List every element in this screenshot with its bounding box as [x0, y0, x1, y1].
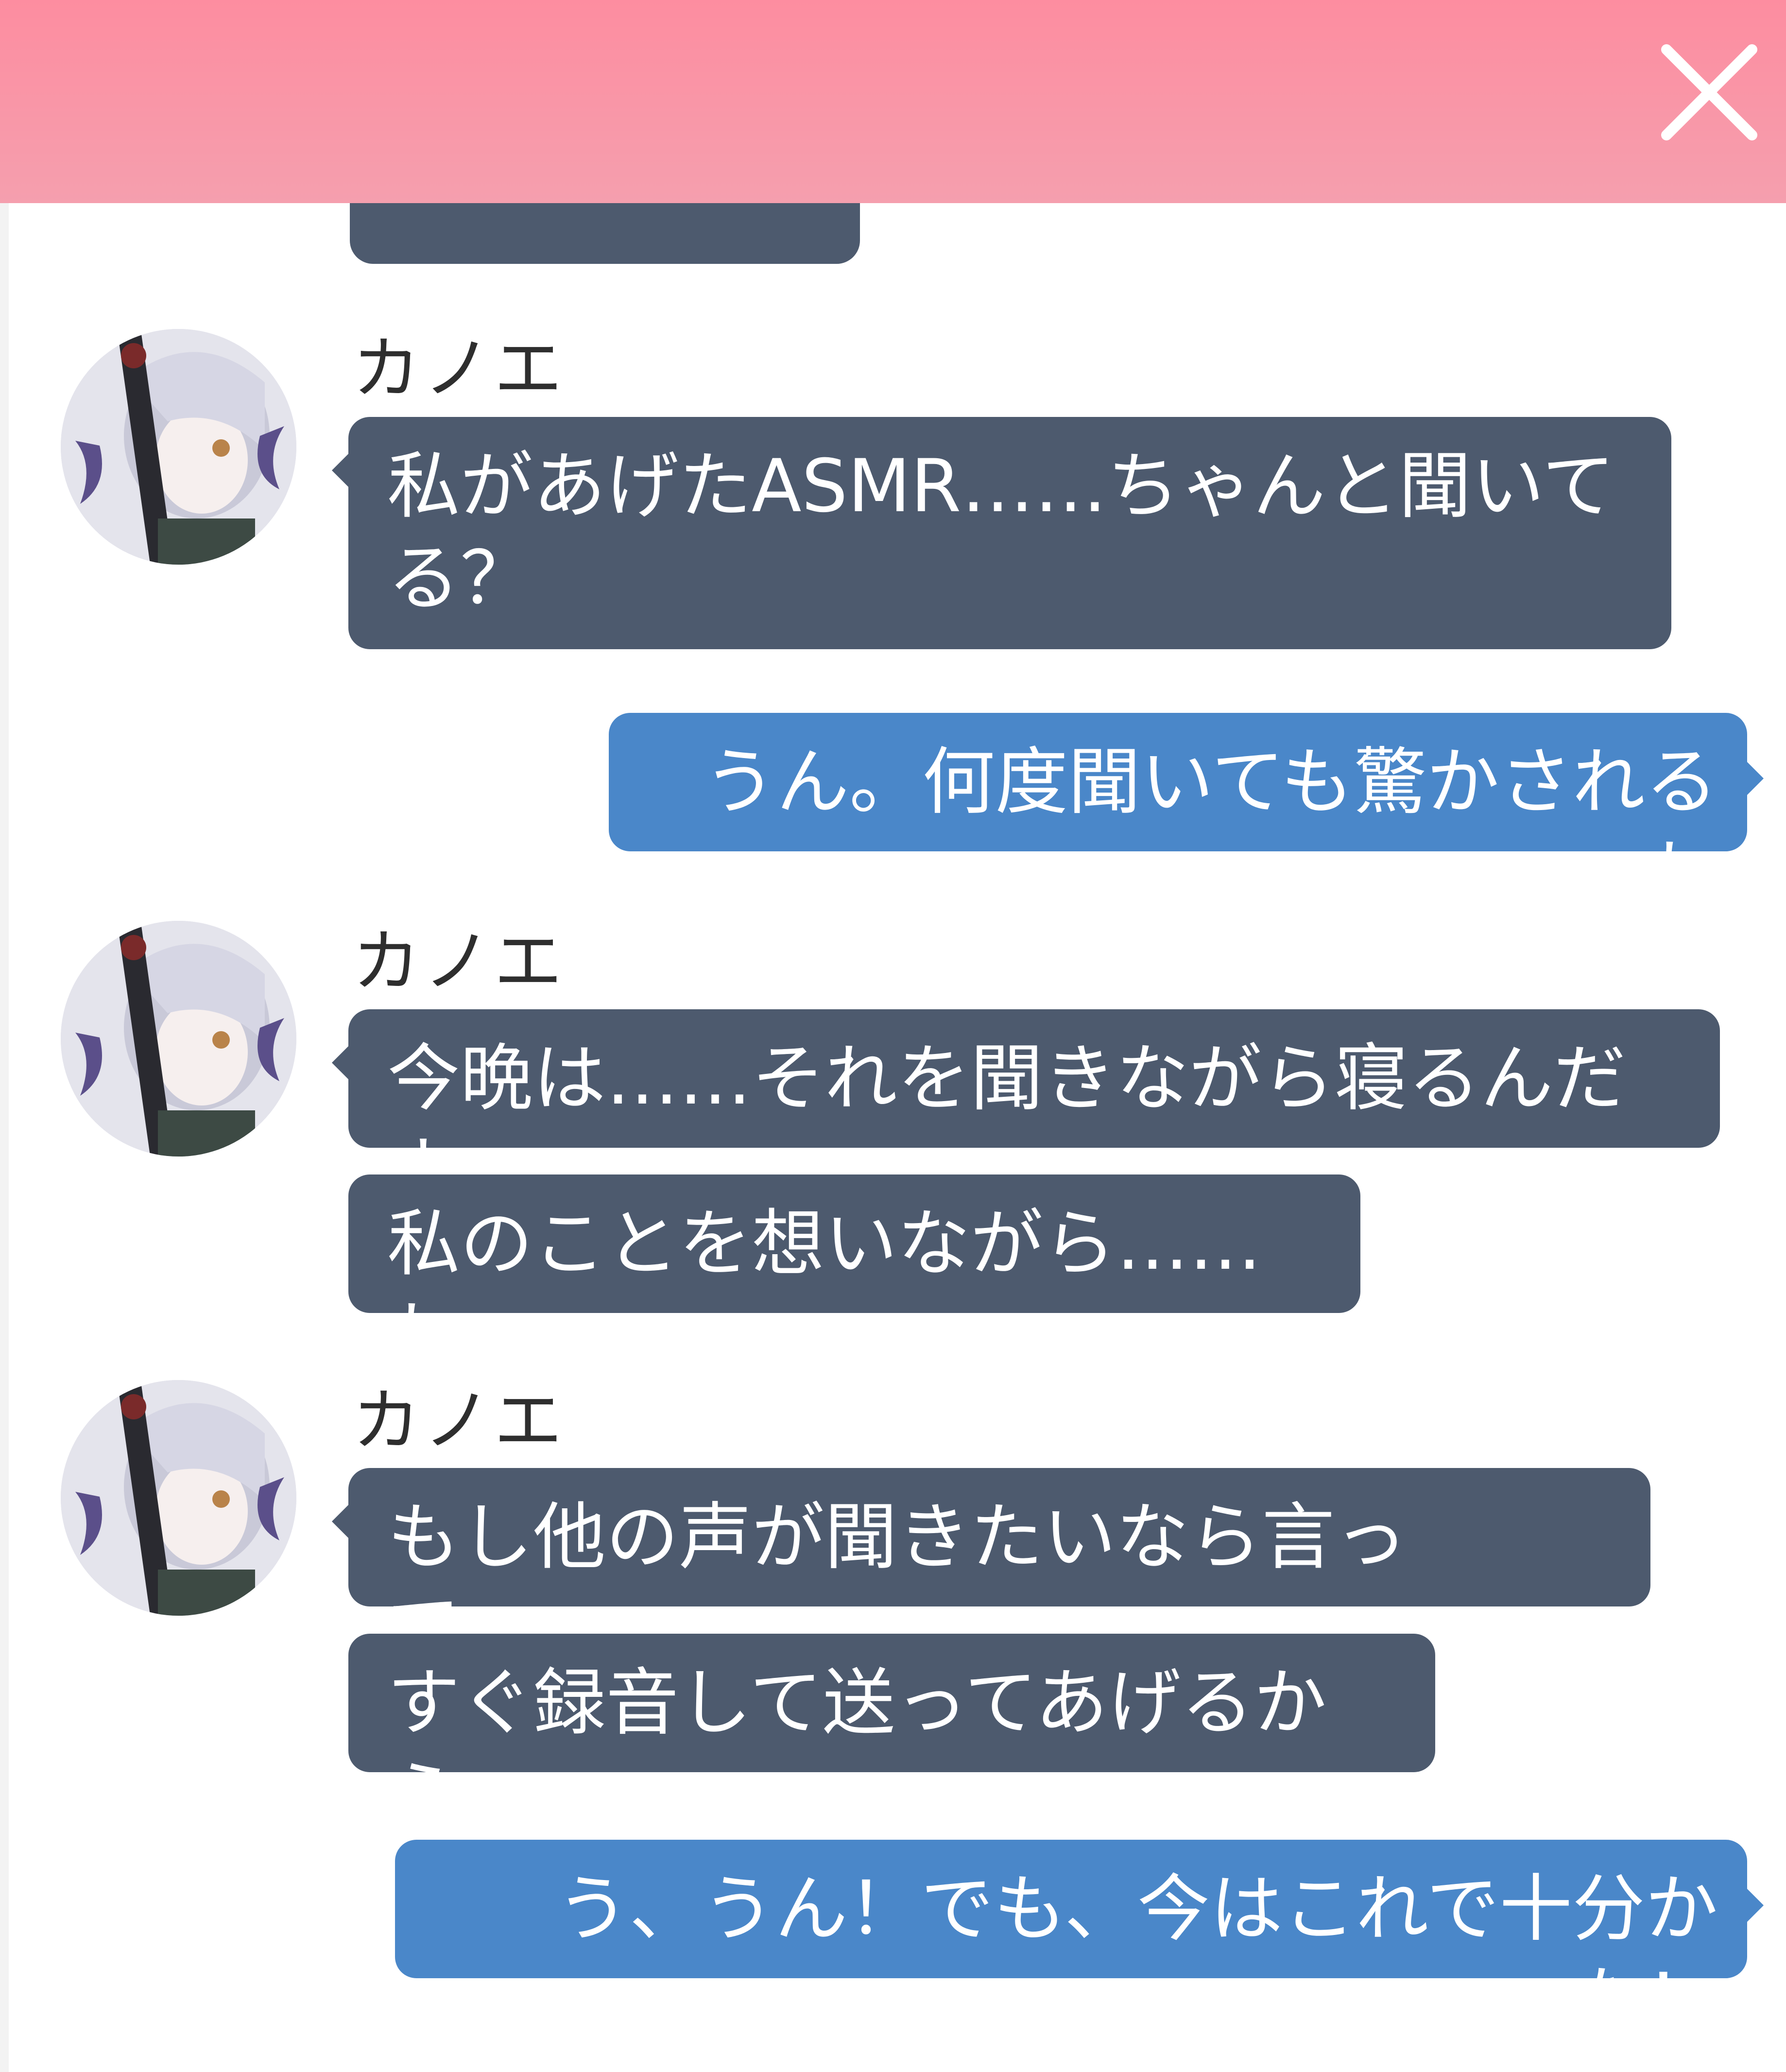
message-bubble[interactable]: もし他の声が聞きたいなら言って…… — [332, 1468, 1650, 1672]
message-bubble-own[interactable]: う、うん！でも、今はこれで十分かな！ — [395, 1840, 1764, 2044]
message-bubble[interactable]: 私のことを想いながら……ね — [348, 1174, 1360, 1379]
sender-name: カノエ — [352, 1381, 566, 1461]
avatar-icon — [61, 1380, 296, 1616]
message-bubble[interactable]: 私があげたASMR……ちゃんと聞いて る？ — [332, 417, 1671, 649]
message-text: 私のことを想いながら……ね — [387, 1202, 1262, 1379]
message-bubble[interactable]: 今晩は……それを聞きながら寝るんだよ — [332, 1009, 1720, 1213]
sender-name: カノエ — [352, 922, 566, 1001]
message-text: 私があげたASMR……ちゃんと聞いて る？ — [387, 444, 1615, 621]
avatar[interactable] — [61, 921, 296, 1157]
message-text: うん。何度聞いても驚かされるね — [703, 740, 1718, 917]
bubble-tail — [1744, 759, 1764, 798]
message-text: う、うん！でも、今はこれで十分かな！ — [556, 1867, 1718, 2044]
avatar-icon — [61, 329, 296, 565]
close-icon — [1661, 44, 1757, 140]
previous-message-bubble — [350, 203, 860, 264]
chat-header — [0, 0, 1786, 203]
divider — [0, 203, 9, 2072]
bubble-tail — [332, 1502, 351, 1541]
bubble-tail — [1744, 1886, 1764, 1925]
avatar-icon — [61, 921, 296, 1157]
bubble-tail — [332, 451, 351, 490]
message-text: すぐ録音して送ってあげるから — [387, 1661, 1327, 1838]
close-button[interactable] — [1656, 39, 1763, 146]
message-bubble-own[interactable]: うん。何度聞いても驚かされるね — [609, 713, 1764, 917]
sender-name: カノエ — [352, 329, 566, 409]
bubble-tail — [332, 1043, 351, 1082]
message-bubble[interactable]: すぐ録音して送ってあげるから — [348, 1634, 1435, 1838]
avatar[interactable] — [61, 1380, 296, 1616]
avatar[interactable] — [61, 329, 296, 565]
